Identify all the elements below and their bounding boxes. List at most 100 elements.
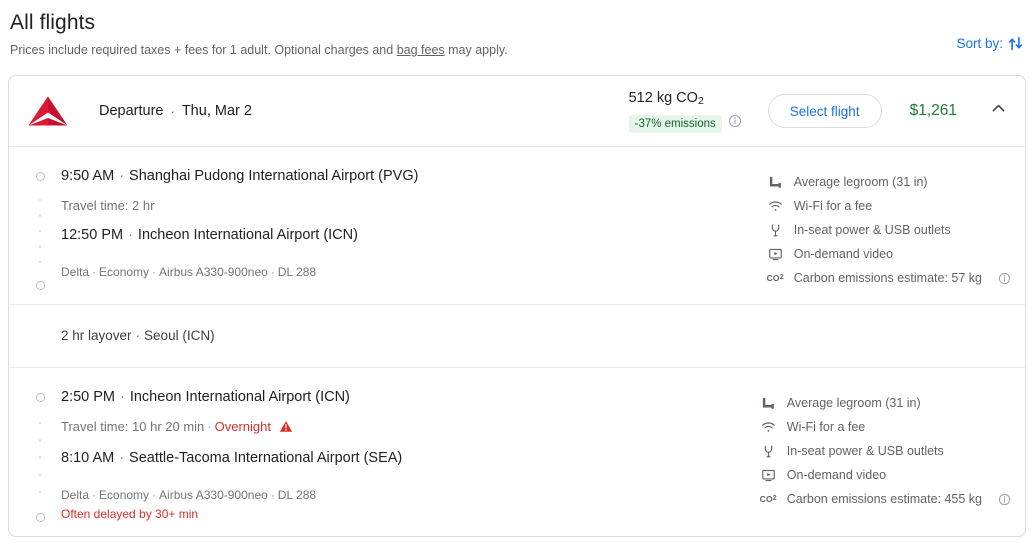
- list-item: In-seat power & USB outlets: [761, 439, 1011, 463]
- timeline: [27, 388, 53, 522]
- travel-time-label: Travel time: 10 hr 20 min: [61, 419, 205, 434]
- amenities-list: Average legroom (31 in) Wi-Fi for a fee: [759, 388, 1011, 522]
- co2-icon: CO 2: [766, 273, 784, 283]
- sort-arrows-icon: [1007, 35, 1024, 52]
- on-demand-video-icon: [768, 247, 783, 262]
- timeline-end-marker: [35, 281, 45, 290]
- flight-card: Departure · Thu, Mar 2 512 kg CO2 -37% e…: [8, 75, 1026, 537]
- wifi-icon: [761, 420, 776, 435]
- power-plug-icon: [761, 444, 776, 459]
- delay-warning: Often delayed by 30+ min: [61, 507, 199, 521]
- legroom-icon: [761, 396, 776, 411]
- travel-time-label: Travel time: 2 hr: [61, 198, 155, 213]
- list-item: On-demand video: [768, 242, 1011, 266]
- departure-time: 2:50 PM: [61, 389, 115, 405]
- departure-time: 9:50 AM: [61, 168, 115, 184]
- departure-stop: 9:50 AM · Shanghai Pudong International Ai…: [61, 167, 418, 186]
- stop-separator: ·: [120, 389, 125, 405]
- warning-triangle-icon: [275, 421, 293, 436]
- emissions-summary: 512 kg CO2 -37% emissions: [628, 89, 742, 133]
- list-item: Wi-Fi for a fee: [768, 194, 1011, 218]
- departure-airport: Shanghai Pudong International Airport (P…: [129, 168, 419, 184]
- amenity-label: Carbon emissions estimate: 455 kg: [786, 492, 982, 506]
- legroom-icon: [768, 175, 783, 190]
- flight-meta: Delta · Economy · Airbus A330-900neo · DL 288: [61, 265, 317, 279]
- arrival-time: 12:50 PM: [61, 227, 124, 243]
- timeline-dots: [38, 402, 42, 513]
- co2-icon: CO 2: [759, 494, 777, 504]
- layover-city: Seoul (ICN): [144, 328, 215, 343]
- list-item: CO 2 Carbon emissions estimate: 455 kg: [759, 487, 1011, 511]
- bag-fees-link[interactable]: bag fees: [397, 43, 445, 57]
- heading-separator: ·: [170, 103, 175, 119]
- info-icon[interactable]: [728, 114, 742, 133]
- emissions-badge-row: -37% emissions: [628, 114, 742, 133]
- collapse-details-button[interactable]: [985, 98, 1011, 124]
- segment-details: 2:50 PM · Incheon International Airport (I…: [61, 388, 402, 522]
- stop-separator: ·: [119, 168, 125, 184]
- meta-airline: Delta: [61, 265, 90, 279]
- flight-meta: Delta · Economy · Airbus A330-900neo · DL 288: [61, 488, 317, 502]
- flight-price: $1,261: [909, 102, 957, 119]
- results-header: All flights Prices include required taxe…: [0, 0, 1034, 58]
- layover-row: 2 hr layover · Seoul (ICN): [9, 304, 1025, 368]
- select-flight-button[interactable]: Select flight: [767, 94, 882, 128]
- amenities-list: Average legroom (31 in) Wi-Fi for a fee: [766, 167, 1011, 290]
- travel-time: Travel time: 2 hr: [61, 197, 418, 214]
- meta-airline: Delta: [61, 488, 90, 502]
- departure-stop: 2:50 PM · Incheon International Airport (I…: [61, 388, 402, 407]
- amenity-label: Average legroom (31 in): [793, 175, 928, 189]
- amenity-label: Average legroom (31 in): [786, 396, 921, 410]
- departure-date: Thu, Mar 2: [181, 103, 252, 119]
- sort-by-label: Sort by:: [956, 36, 1003, 51]
- meta-aircraft: Airbus A330-900neo: [159, 265, 268, 279]
- arrival-stop: 8:10 AM · Seattle-Tacoma International Air…: [61, 449, 402, 468]
- flight-segment: 9:50 AM · Shanghai Pudong International Ai…: [9, 147, 1025, 304]
- amenity-label: Wi-Fi for a fee: [793, 199, 873, 213]
- info-icon[interactable]: [998, 272, 1011, 285]
- timeline-start-marker: [35, 172, 45, 181]
- stop-separator: ·: [119, 450, 125, 466]
- segment-details: 9:50 AM · Shanghai Pudong International Ai…: [61, 167, 418, 290]
- departure-airport: Incheon International Airport (ICN): [129, 389, 350, 405]
- flight-card-actions: 512 kg CO2 -37% emissions Select flight: [628, 89, 1011, 133]
- emissions-total: 512 kg CO2: [629, 89, 704, 111]
- status-badge: -37% emissions: [628, 114, 722, 133]
- list-item: Average legroom (31 in): [761, 391, 1011, 415]
- on-demand-video-icon: [761, 468, 776, 483]
- airline-logo: [27, 95, 77, 127]
- emissions-total-text: 512 kg CO: [628, 90, 698, 106]
- arrival-airport: Incheon International Airport (ICN): [137, 227, 358, 243]
- list-item: On-demand video: [761, 463, 1011, 487]
- layover-separator: ·: [135, 328, 141, 343]
- disclaimer-text-after: may apply.: [444, 43, 508, 57]
- sort-by-button[interactable]: Sort by:: [956, 35, 1024, 52]
- list-item: CO 2 Carbon emissions estimate: 57 kg: [766, 266, 1011, 290]
- layover-duration: 2 hr layover: [61, 328, 132, 343]
- amenity-label: In-seat power & USB outlets: [786, 444, 944, 458]
- timeline-start-marker: [35, 393, 45, 402]
- direction-label: Departure: [99, 103, 164, 119]
- list-item: In-seat power & USB outlets: [768, 218, 1011, 242]
- meta-flight-number: DL 288: [277, 265, 317, 279]
- wifi-icon: [768, 199, 783, 214]
- flight-segment: 2:50 PM · Incheon International Airport (I…: [9, 368, 1025, 536]
- flight-card-header[interactable]: Departure · Thu, Mar 2 512 kg CO2 -37% e…: [9, 76, 1025, 147]
- disclaimer-text-before: Prices include required taxes + fees for…: [10, 43, 397, 57]
- amenity-label: On-demand video: [786, 468, 887, 482]
- amenity-label: Wi-Fi for a fee: [786, 420, 866, 434]
- arrival-time: 8:10 AM: [61, 450, 115, 466]
- list-item: Average legroom (31 in): [768, 170, 1011, 194]
- meta-aircraft: Airbus A330-900neo: [159, 488, 268, 502]
- amenity-label: Carbon emissions estimate: 57 kg: [793, 271, 982, 285]
- power-plug-icon: [768, 223, 783, 238]
- flight-results-page: All flights Prices include required taxe…: [0, 0, 1034, 552]
- arrival-airport: Seattle-Tacoma International Airport (SE…: [129, 450, 403, 466]
- segment-timeline-block: 2:50 PM · Incheon International Airport (I…: [27, 388, 402, 522]
- meta-cabin: Economy: [99, 265, 150, 279]
- info-icon[interactable]: [998, 493, 1011, 506]
- meta-cabin: Economy: [99, 488, 150, 502]
- timeline-end-marker: [35, 513, 45, 522]
- timeline: [27, 167, 53, 290]
- amenity-label: On-demand video: [793, 247, 894, 261]
